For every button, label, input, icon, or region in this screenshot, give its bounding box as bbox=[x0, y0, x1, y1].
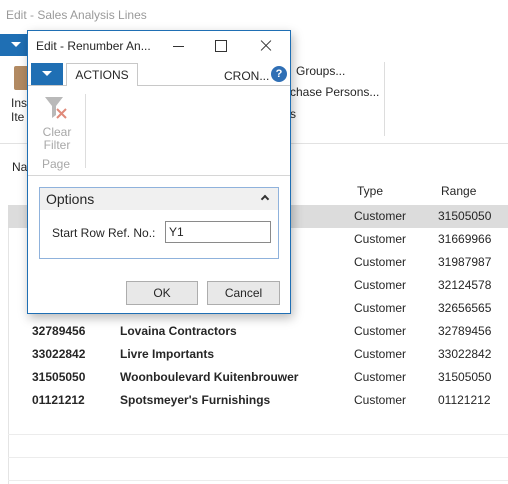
table-row[interactable]: 31505050 Woonboulevard Kuitenbrouwer Cus… bbox=[8, 366, 508, 389]
row-type: Customer bbox=[354, 370, 407, 384]
ok-button[interactable]: OK bbox=[126, 281, 198, 305]
row-range: 01121212 bbox=[438, 393, 491, 407]
ribbon-link-groups[interactable]: Groups... bbox=[296, 64, 345, 78]
options-title: Options bbox=[46, 191, 95, 207]
row-type: Customer bbox=[354, 347, 407, 361]
ribbon-group-page: Page bbox=[42, 157, 71, 171]
column-header-range[interactable]: Range bbox=[441, 184, 476, 206]
dialog-title: Edit - Renumber An... bbox=[36, 39, 151, 53]
row-range: 31505050 bbox=[438, 209, 492, 223]
row-range: 31669966 bbox=[438, 232, 492, 246]
row-code: 32789456 bbox=[32, 324, 86, 338]
cancel-button[interactable]: Cancel bbox=[207, 281, 280, 305]
help-icon[interactable]: ? bbox=[271, 66, 287, 82]
table-row[interactable]: 01121212 Spotsmeyer's Furnishings Custom… bbox=[8, 389, 508, 412]
ribbon-divider bbox=[384, 62, 385, 136]
maximize-icon[interactable] bbox=[210, 36, 232, 56]
row-type: Customer bbox=[354, 393, 407, 407]
row-code: 31505050 bbox=[32, 370, 86, 384]
clear-filter-icon[interactable] bbox=[43, 95, 69, 121]
background-ribbon-menu-button[interactable] bbox=[0, 34, 30, 56]
close-icon[interactable] bbox=[256, 36, 278, 56]
ribbon-link-purchase-persons[interactable]: chase Persons... bbox=[290, 85, 379, 99]
background-window-title: Edit - Sales Analysis Lines bbox=[6, 8, 147, 22]
dialog-title-bar[interactable]: Edit - Renumber An... bbox=[28, 31, 290, 61]
row-name: Lovaina Contractors bbox=[120, 324, 237, 338]
row-type: Customer bbox=[354, 324, 407, 338]
row-range: 31987987 bbox=[438, 255, 492, 269]
row-range: 32789456 bbox=[438, 324, 492, 338]
ribbon-bottom-border bbox=[28, 175, 290, 176]
empty-table-row[interactable] bbox=[8, 435, 508, 458]
start-row-label: Start Row Ref. No.: bbox=[52, 226, 156, 240]
row-type: Customer bbox=[354, 232, 407, 246]
caret-down-icon bbox=[42, 71, 52, 76]
row-name: Spotsmeyer's Furnishings bbox=[120, 393, 271, 407]
options-header[interactable]: Options bbox=[40, 188, 278, 210]
minimize-icon[interactable] bbox=[168, 36, 190, 56]
empty-table-row[interactable] bbox=[8, 458, 508, 481]
row-range: 33022842 bbox=[438, 347, 492, 361]
column-header-type[interactable]: Type bbox=[357, 184, 383, 206]
renumber-dialog: Edit - Renumber An... ACTIONS CRON... ? … bbox=[27, 30, 291, 314]
clear-filter-label[interactable]: Clear Filter bbox=[40, 126, 74, 152]
row-name: Woonboulevard Kuitenbrouwer bbox=[120, 370, 299, 384]
start-row-input[interactable] bbox=[165, 221, 271, 243]
tab-cron[interactable]: CRON... bbox=[224, 69, 269, 83]
options-fasttab: Options Start Row Ref. No.: bbox=[39, 187, 279, 259]
row-name: Livre Importants bbox=[120, 347, 215, 361]
row-code: 01121212 bbox=[32, 393, 85, 407]
dialog-menu-button[interactable] bbox=[31, 63, 63, 85]
caret-down-icon bbox=[11, 42, 21, 47]
dialog-tab-bar: ACTIONS CRON... ? bbox=[28, 62, 290, 86]
row-range: 31505050 bbox=[438, 370, 492, 384]
row-type: Customer bbox=[354, 209, 407, 223]
table-row[interactable]: 32789456 Lovaina Contractors Customer 32… bbox=[8, 320, 508, 343]
tab-actions[interactable]: ACTIONS bbox=[66, 63, 138, 86]
row-type: Customer bbox=[354, 278, 407, 292]
background-nav-label[interactable]: Na bbox=[12, 160, 27, 174]
dialog-ribbon: Clear Filter Page bbox=[28, 86, 290, 174]
row-type: Customer bbox=[354, 301, 407, 315]
row-range: 32656565 bbox=[438, 301, 492, 315]
empty-table-row[interactable] bbox=[8, 412, 508, 435]
table-row[interactable]: 33022842 Livre Importants Customer 33022… bbox=[8, 343, 508, 366]
row-code: 33022842 bbox=[32, 347, 86, 361]
row-type: Customer bbox=[354, 255, 407, 269]
row-range: 32124578 bbox=[438, 278, 492, 292]
chevron-up-icon[interactable] bbox=[260, 194, 270, 204]
background-title-bar: Edit - Sales Analysis Lines bbox=[0, 0, 508, 32]
ribbon-divider bbox=[85, 94, 86, 168]
